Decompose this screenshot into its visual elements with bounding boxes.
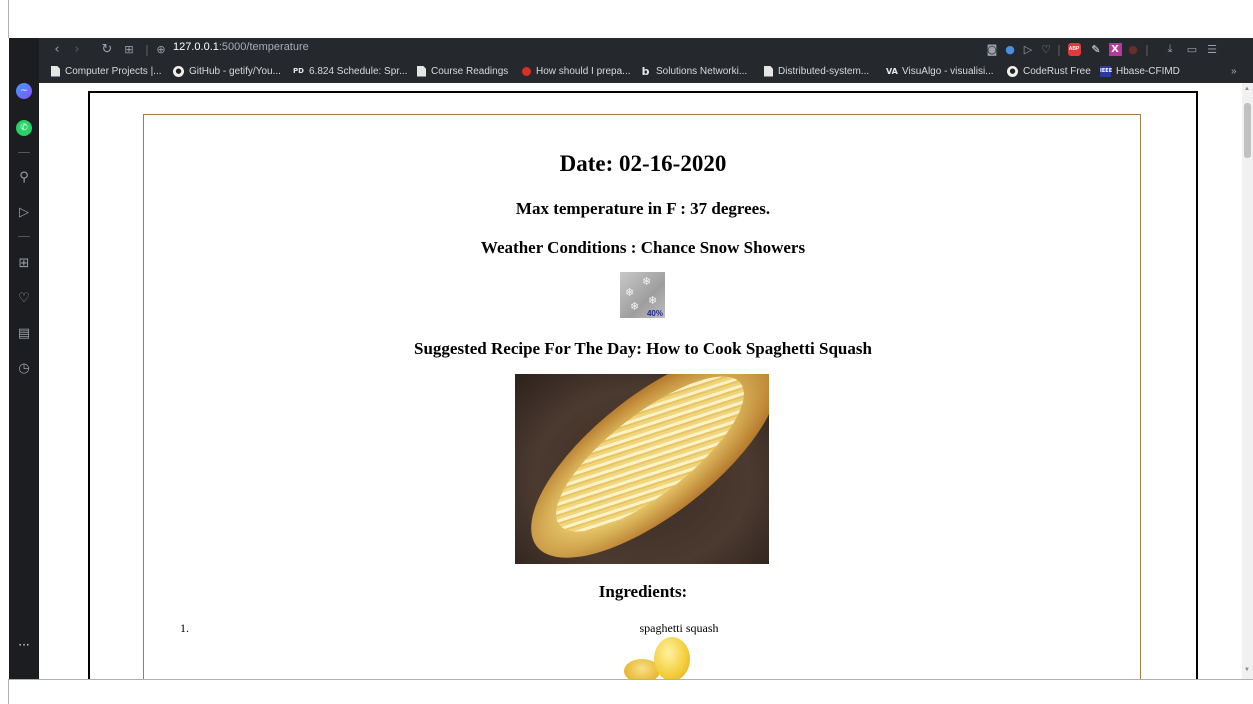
conditions-heading: Weather Conditions : Chance Snow Showers <box>480 238 806 257</box>
document-icon <box>417 65 426 77</box>
heart-icon[interactable]: ♡ <box>13 287 35 309</box>
bookmark-item[interactable]: Distributed-system... <box>764 64 869 78</box>
scroll-down-icon[interactable]: ▼ <box>1244 667 1250 673</box>
bookmark-item[interactable]: ● CodeRust Free <box>1007 64 1091 78</box>
bookmark-item[interactable]: Computer Projects |... <box>51 64 162 78</box>
apps-icon[interactable]: ⊞ <box>13 252 35 274</box>
outer-container: Date: 02-16-2020 Max temperature in F : … <box>88 91 1198 679</box>
address-bar: ‹ › ↻ ⊞ | ⊕ 127.0.0.1:5000/temperature ◙… <box>39 38 1253 60</box>
pen-icon[interactable]: ✎ <box>1089 41 1103 57</box>
ieee-icon: IEEE <box>1100 65 1112 77</box>
bookmark-label: GitHub - getify/You... <box>189 65 281 77</box>
menu-icon[interactable]: ☰ <box>1205 41 1219 57</box>
bookmark-label: CodeRust Free <box>1023 65 1091 77</box>
date-heading: Date: 02-16-2020 <box>559 151 727 176</box>
bookmark-label: Distributed-system... <box>778 65 870 77</box>
bookmark-label: 6.824 Schedule: Spr... <box>309 65 408 77</box>
send-icon[interactable]: ▷ <box>1021 41 1035 57</box>
scroll-up-icon[interactable]: ▲ <box>1244 86 1250 92</box>
back-icon[interactable]: ‹ <box>49 40 65 58</box>
ingredients-heading: Ingredients: <box>598 582 688 601</box>
history-icon[interactable]: ◷ <box>13 357 35 379</box>
download-icon[interactable]: ⤓ <box>1163 41 1177 57</box>
url-host: 127.0.0.1 <box>173 41 219 53</box>
scroll-thumb[interactable] <box>1244 103 1251 158</box>
extension-x-icon[interactable]: X <box>1107 41 1123 57</box>
globe-icon: ⊕ <box>156 42 166 56</box>
bookmark-label: VisuAlgo - visualisi... <box>902 65 994 77</box>
content-card: Date: 02-16-2020 Max temperature in F : … <box>143 114 1141 679</box>
reload-icon[interactable]: ↻ <box>99 40 115 58</box>
bookmark-item[interactable]: Course Readings <box>417 64 508 78</box>
quora-icon <box>522 66 531 76</box>
battery-icon[interactable]: ▭ <box>1185 41 1199 57</box>
whatsapp-icon[interactable]: ✆ <box>13 117 35 139</box>
temperature-heading: Max temperature in F : 37 degrees. <box>515 199 771 218</box>
window-edge <box>8 679 1253 680</box>
forward-icon[interactable]: › <box>69 40 85 58</box>
adblock-icon[interactable]: ABP <box>1066 41 1082 57</box>
notes-icon[interactable]: ▤ <box>13 322 35 344</box>
vertical-scrollbar[interactable]: ▲ ▼ <box>1242 83 1253 679</box>
page-viewport: Date: 02-16-2020 Max temperature in F : … <box>39 83 1253 679</box>
precip-percent: 40% <box>646 309 663 318</box>
url-path: :5000/temperature <box>218 41 309 53</box>
bookmark-label: Course Readings <box>431 65 509 77</box>
ingredient-name: spaghetti squash <box>639 621 719 635</box>
browser-sidebar: ~ ✆ ⚲ ▷ ⊞ ♡ ▤ ◷ ··· <box>9 38 39 679</box>
extension-dot-icon[interactable]: ● <box>1127 41 1139 57</box>
url-field[interactable]: 127.0.0.1:5000/temperature <box>173 41 309 53</box>
bookmark-label: How should I prepa... <box>536 65 631 77</box>
document-icon <box>51 65 60 77</box>
bookmark-item[interactable]: b Solutions Networki... <box>640 64 748 78</box>
camera-icon[interactable]: ◙ <box>985 41 999 57</box>
search-icon[interactable]: ⚲ <box>13 166 35 188</box>
toolbar-divider: | <box>1057 42 1061 56</box>
bookmark-label: Computer Projects |... <box>65 65 162 77</box>
bookmarks-bar: Computer Projects |... ● GitHub - getify/… <box>39 60 1253 82</box>
toolbar-divider: | <box>1145 42 1149 56</box>
more-icon[interactable]: ··· <box>13 634 35 656</box>
squash-whole-shape <box>654 637 690 679</box>
bookmark-label: Hbase-CFIMD <box>1116 65 1180 77</box>
github-icon: ● <box>1007 65 1018 77</box>
document-icon <box>764 65 773 77</box>
messenger-icon[interactable]: ~ <box>13 80 35 102</box>
bookmark-label: Solutions Networki... <box>656 65 748 77</box>
bookmarks-overflow-button[interactable]: » <box>1231 64 1237 78</box>
bookmark-item[interactable]: PD 6.824 Schedule: Spr... <box>293 64 407 78</box>
heart-icon[interactable]: ♡ <box>1039 41 1053 57</box>
recipe-heading: Suggested Recipe For The Day: How to Coo… <box>414 339 872 358</box>
speed-dial-icon[interactable]: ⊞ <box>121 40 137 58</box>
window-edge <box>8 0 9 38</box>
bookmark-item[interactable]: VA VisuAlgo - visualisi... <box>886 64 994 78</box>
bookmark-item[interactable]: ● GitHub - getify/You... <box>173 64 281 78</box>
sidebar-divider <box>18 236 30 237</box>
shield-icon[interactable]: ● <box>1003 41 1017 57</box>
github-icon: ● <box>173 65 184 77</box>
pdos-icon: PD <box>293 66 304 75</box>
send-icon[interactable]: ▷ <box>13 201 35 223</box>
ingredient-image <box>622 635 694 679</box>
sidebar-divider <box>18 152 30 153</box>
bookmark-item[interactable]: IEEE Hbase-CFIMD <box>1100 64 1180 78</box>
snow-weather-icon: ❄ ❄ ❄ ❄ 40% <box>620 272 665 318</box>
visualgo-icon: VA <box>886 66 898 76</box>
bookmark-item[interactable]: How should I prepa... <box>522 64 631 78</box>
b-icon: b <box>641 64 650 78</box>
recipe-image <box>515 374 769 564</box>
window-edge <box>8 680 9 704</box>
browser-window: ~ ✆ ⚲ ▷ ⊞ ♡ ▤ ◷ ··· ‹ › ↻ ⊞ | ⊕ 127.0.0.… <box>9 38 1253 679</box>
